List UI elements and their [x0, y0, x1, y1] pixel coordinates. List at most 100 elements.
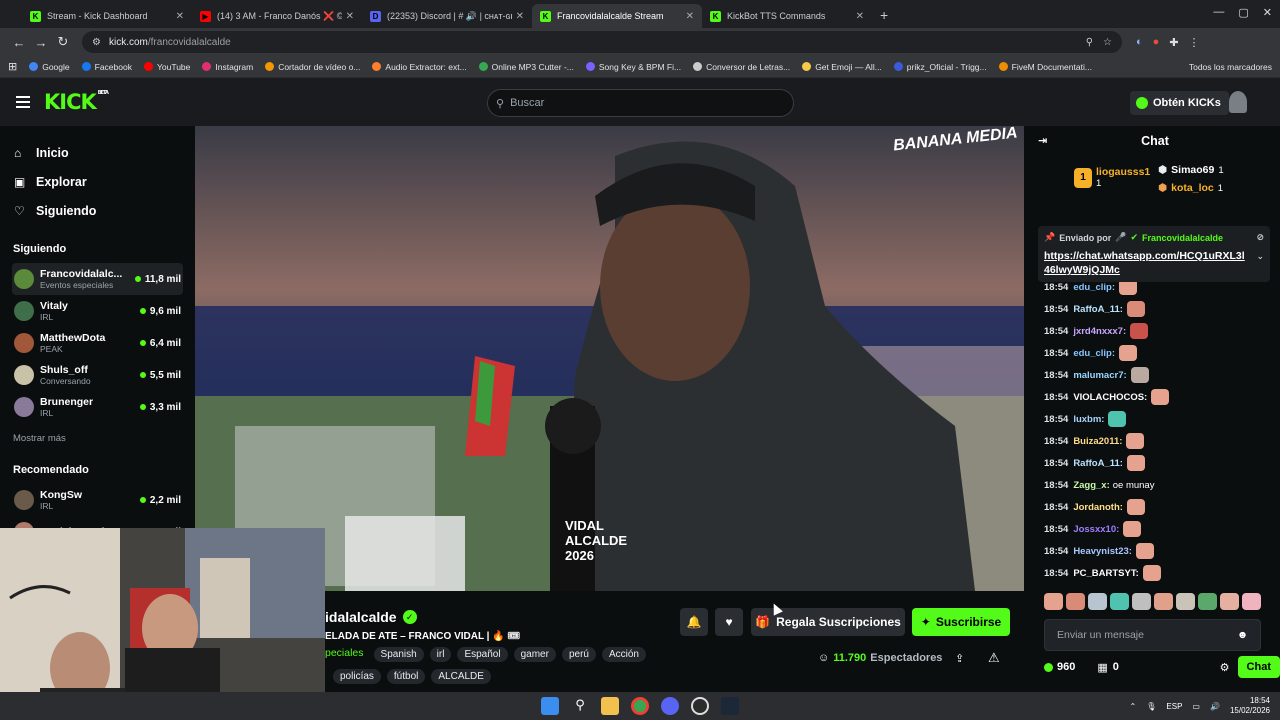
url-field[interactable]: ⚙ kick.com/francovidalalcalde ⚲ ☆ [82, 31, 1122, 53]
search-input[interactable]: ⚲ Buscar [487, 89, 794, 117]
bookmark-item[interactable]: Get Emoji — All... [802, 62, 882, 72]
pinned-by-user[interactable]: Francovidalalcalde [1142, 233, 1223, 243]
browser-tab[interactable]: K Francovidalalcalde Stream ✕ [532, 4, 702, 28]
leader-2[interactable]: ⬢ Simao69 1 [1158, 164, 1224, 176]
close-tab-icon[interactable]: ✕ [856, 11, 864, 22]
sidebar-item-siguiendo[interactable]: ♡ Siguiendo [12, 196, 183, 225]
message-username[interactable]: luxbm: [1073, 414, 1104, 425]
language-indicator[interactable]: ESP [1166, 702, 1182, 711]
chat-settings-icon[interactable]: ⚙ [1220, 661, 1230, 674]
message-username[interactable]: Zagg_x: [1073, 480, 1109, 491]
message-username[interactable]: jxrd4nxxx7: [1073, 326, 1126, 337]
share-icon[interactable]: ⇪ [955, 652, 964, 665]
channel-item[interactable]: Shuls_off Conversando 5,5 mil [12, 359, 183, 391]
emote-icon[interactable] [1066, 593, 1085, 610]
close-tab-icon[interactable]: ✕ [346, 11, 354, 22]
leader-1[interactable]: 1 liogausss1 1 [1074, 166, 1150, 189]
emote-icon[interactable] [1220, 593, 1239, 610]
follow-heart-icon[interactable]: ♥ [715, 608, 743, 636]
forward-icon[interactable]: → [30, 35, 52, 50]
message-username[interactable]: VIOLACHOCOS: [1073, 392, 1147, 403]
site-info-icon[interactable]: ⚙ [92, 37, 101, 48]
sidebar-item-explorar[interactable]: ▣ Explorar [12, 167, 183, 196]
leader-3[interactable]: ⬢ kota_loc 1 [1158, 182, 1223, 194]
emote-icon[interactable] [1198, 593, 1217, 610]
chrome-icon[interactable] [631, 697, 649, 715]
video-player[interactable]: BANANA MEDIA VIDAL ALCALDE 2026 [195, 126, 1024, 591]
stream-tag[interactable]: irl [429, 647, 452, 662]
stream-tag[interactable]: policías [333, 669, 381, 684]
steam-icon[interactable] [721, 697, 739, 715]
minimize-icon[interactable]: — [1213, 6, 1224, 19]
emote-icon[interactable] [1088, 593, 1107, 610]
browser-tab[interactable]: ▶ (14) 3 AM - Franco Danós ❌ © ✕ [192, 4, 362, 28]
gift-box-count[interactable]: ▦ 0 [1097, 661, 1119, 674]
emote-icon[interactable] [1154, 593, 1173, 610]
tray-chevron-icon[interactable]: ⌃ [1130, 702, 1137, 711]
channel-item[interactable]: Brunenger IRL 3,3 mil [12, 391, 183, 423]
stream-tag[interactable]: fútbol [386, 669, 426, 684]
bookmark-item[interactable]: Cortador de vídeo o... [265, 62, 360, 72]
bookmark-item[interactable]: Audio Extractor: ext... [372, 62, 467, 72]
microphone-icon[interactable]: 🎙 [1146, 702, 1156, 711]
subscribe-button[interactable]: ✦ Suscribirse [912, 608, 1010, 636]
maximize-icon[interactable]: ▢ [1238, 6, 1248, 19]
extension-icon[interactable]: ◐ [1136, 36, 1143, 49]
message-username[interactable]: Heavynist23: [1073, 546, 1132, 557]
discord-icon[interactable] [661, 697, 679, 715]
emote-icon[interactable] [1132, 593, 1151, 610]
report-warning-icon[interactable]: ⚠ [988, 650, 1000, 666]
kick-logo[interactable]: KICK BETA [44, 90, 109, 114]
channel-item[interactable]: Vitaly IRL 9,6 mil [12, 295, 183, 327]
message-username[interactable]: RaffoA_11: [1073, 304, 1123, 315]
back-icon[interactable]: ← [8, 35, 30, 50]
user-avatar[interactable] [1229, 91, 1247, 113]
chevron-down-icon[interactable]: ⌄ [1256, 251, 1264, 262]
bookmark-item[interactable]: Conversor de Letras... [693, 62, 790, 72]
stream-tag[interactable]: Español [457, 647, 508, 662]
menu-hamburger-icon[interactable] [16, 96, 30, 108]
sidebar-item-inicio[interactable]: ⌂ Inicio [12, 138, 183, 167]
browser-tab[interactable]: K KickBot TTS Commands ✕ [702, 4, 872, 28]
stream-tag[interactable]: gamer [513, 647, 556, 662]
message-username[interactable]: edu_clip: [1073, 282, 1115, 293]
bookmark-item[interactable]: FiveM Documentati... [998, 62, 1092, 72]
emote-icon[interactable] [1242, 593, 1261, 610]
streamer-name[interactable]: idalalcalde ✓ [325, 609, 417, 625]
unpin-icon[interactable]: ⊘ [1256, 232, 1264, 243]
message-username[interactable]: Jordanoth: [1073, 502, 1123, 513]
message-username[interactable]: Jossxx10: [1073, 524, 1119, 535]
emote-icon[interactable] [1044, 593, 1063, 610]
browser-tab[interactable]: D (22353) Discord | # 🔊 | ᴄʜᴀᴛ-ɢᴇɴ ✕ [362, 4, 532, 28]
network-icon[interactable]: ▭ [1192, 702, 1200, 711]
message-username[interactable]: RaffoA_11: [1073, 458, 1123, 469]
chat-send-button[interactable]: Chat [1237, 656, 1280, 678]
close-tab-icon[interactable]: ✕ [516, 11, 524, 22]
message-username[interactable]: malumacr7: [1073, 370, 1126, 381]
category-link[interactable]: peciales [325, 647, 364, 662]
message-username[interactable]: PC_BARTSYT: [1073, 568, 1138, 579]
chat-message-input[interactable]: Enviar un mensaje ☻ [1044, 619, 1261, 651]
pinned-link[interactable]: https://chat.whatsapp.com/HCQ1uRXL3l46lw… [1044, 249, 1249, 277]
close-tab-icon[interactable]: ✕ [176, 11, 184, 22]
obs-icon[interactable] [691, 697, 709, 715]
bookmark-item[interactable]: Instagram [202, 62, 253, 72]
bookmark-item[interactable]: Google [29, 62, 70, 72]
bookmark-item[interactable]: prikz_Oficial - Trigg... [893, 62, 987, 72]
channel-item[interactable]: KongSw IRL 2,2 mil [12, 484, 183, 516]
close-window-icon[interactable]: ✕ [1263, 6, 1272, 19]
channel-points[interactable]: 960 [1044, 661, 1075, 673]
channel-item[interactable]: Francovidalalc... Eventos especiales 11,8 … [12, 263, 183, 295]
apps-grid-icon[interactable]: ⊞ [8, 60, 17, 73]
taskbar-search-icon[interactable]: ⚲ [571, 697, 589, 715]
emoji-picker-icon[interactable]: ☻ [1237, 629, 1248, 641]
close-tab-icon[interactable]: ✕ [686, 11, 694, 22]
bookmarks-all[interactable]: Todos los marcadores [1189, 62, 1272, 72]
stream-tag[interactable]: perú [561, 647, 596, 662]
stream-tag[interactable]: ALCALDE [431, 669, 491, 684]
message-username[interactable]: edu_clip: [1073, 348, 1115, 359]
windows-start-icon[interactable] [541, 697, 559, 715]
extension-icon[interactable]: ● [1153, 36, 1160, 49]
collapse-chat-icon[interactable]: ⇥ [1038, 134, 1047, 147]
message-username[interactable]: Buiza2011: [1073, 436, 1122, 447]
